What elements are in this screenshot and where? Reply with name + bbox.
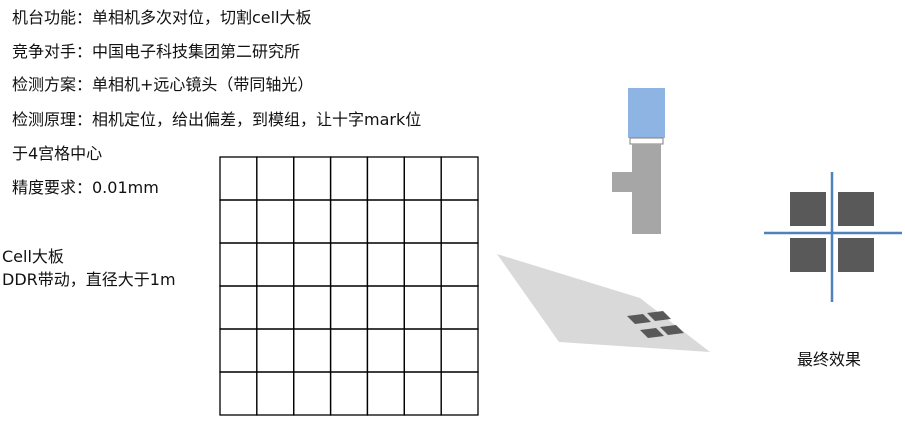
grid-cell [440,156,479,201]
cell-panel-desc: DDR带动，直径大于1m [2,270,176,289]
grid-cell [256,199,295,244]
grid-cell [440,285,479,330]
spec-competitor: 竞争对手：中国电子科技集团第二研究所 [12,42,301,61]
result-caption: 最终效果 [797,350,862,369]
grid-cell [366,156,405,201]
grid-cell [366,242,405,287]
grid-cell [219,328,258,373]
grid-cell [366,328,405,373]
grid-cell [440,328,479,373]
grid-cell [403,199,442,244]
camera-assembly [612,88,665,234]
grid-cell [219,199,258,244]
cell-panel-label: Cell大板 [2,247,64,266]
lens-barrel [632,144,661,234]
grid-cell [403,328,442,373]
result-crosshair [764,172,902,302]
grid-cell [256,328,295,373]
camera-body [628,88,665,138]
grid-cell [219,156,258,201]
grid-cell [293,242,332,287]
mark-square-bottom-right [838,238,874,272]
grid-cell [403,371,442,416]
panel-surface [497,254,710,352]
grid-cell [256,285,295,330]
grid-cell [329,371,369,416]
grid-cell [329,242,369,287]
mark-square-bottom-left [790,238,826,272]
spec-principle: 检测原理：相机定位，给出偏差，到模组，让十字mark位 [12,110,422,129]
spec-principle-cont: 于4宫格中心 [12,144,103,163]
grid-cell [329,199,369,244]
grid-cell [366,371,405,416]
mark-square-top-right [838,192,874,226]
cell-grid [219,156,479,416]
grid-cell [329,156,369,201]
grid-cell [293,371,332,416]
grid-cell [219,242,258,287]
grid-cell [403,242,442,287]
spec-accuracy: 精度要求：0.01mm [12,178,159,197]
grid-cell [293,328,332,373]
panel-plate [497,254,710,352]
mark-square-top-left [790,192,826,226]
grid-cell [440,199,479,244]
lens-collar [629,137,664,145]
grid-cell [256,371,295,416]
grid-cell [293,156,332,201]
grid-cell [366,199,405,244]
grid-cell [403,156,442,201]
spec-function: 机台功能：单相机多次对位，切割cell大板 [12,8,312,27]
grid-cell [440,242,479,287]
grid-cell [256,242,295,287]
grid-cell [293,285,332,330]
grid-cell [256,156,295,201]
grid-cell [403,285,442,330]
grid-cell [329,285,369,330]
grid-cell [219,285,258,330]
grid-cell [293,199,332,244]
grid-cell [440,371,479,416]
grid-cell [366,285,405,330]
coaxial-light-port [612,172,633,192]
spec-scheme: 检测方案：单相机+远心镜头（带同轴光） [12,75,314,94]
grid-cell [219,371,258,416]
grid-cell [329,328,369,373]
